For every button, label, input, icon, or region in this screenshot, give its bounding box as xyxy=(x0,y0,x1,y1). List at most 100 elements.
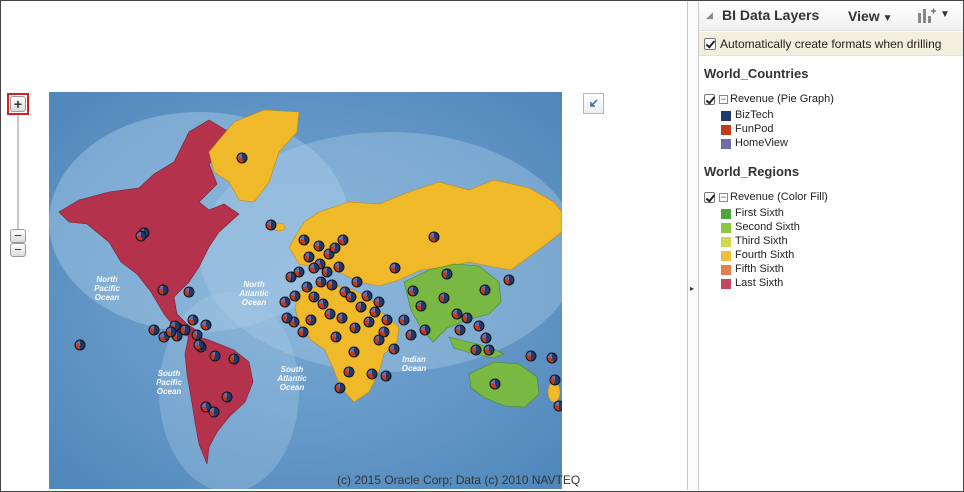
pie-marker[interactable] xyxy=(337,234,349,246)
arrow-collapse-icon xyxy=(590,99,598,107)
pie-marker[interactable] xyxy=(135,230,147,242)
pie-marker[interactable] xyxy=(441,268,453,280)
pie-marker[interactable] xyxy=(343,366,355,378)
pie-marker[interactable] xyxy=(479,284,491,296)
pie-marker[interactable] xyxy=(165,326,177,338)
pie-marker[interactable] xyxy=(415,300,427,312)
zoom-in-button[interactable]: + xyxy=(7,93,29,115)
pie-marker[interactable] xyxy=(503,274,515,286)
pie-marker[interactable] xyxy=(236,152,248,164)
layer-visibility-checkbox[interactable] xyxy=(704,94,715,105)
pie-marker[interactable] xyxy=(438,292,450,304)
pie-marker[interactable] xyxy=(363,316,375,328)
pie-marker[interactable] xyxy=(308,291,320,303)
pie-marker[interactable] xyxy=(546,352,558,364)
pie-marker[interactable] xyxy=(349,322,361,334)
collapse-minus-icon[interactable]: − xyxy=(719,95,728,104)
pie-marker[interactable] xyxy=(407,285,419,297)
pie-marker[interactable] xyxy=(336,312,348,324)
svg-text:Pacific: Pacific xyxy=(94,284,120,293)
pie-marker[interactable] xyxy=(209,350,221,362)
pie-marker[interactable] xyxy=(373,334,385,346)
pie-marker[interactable] xyxy=(308,262,320,274)
pie-marker[interactable] xyxy=(321,266,333,278)
pie-marker[interactable] xyxy=(525,350,537,362)
pie-marker[interactable] xyxy=(473,320,485,332)
layer-visibility-checkbox[interactable] xyxy=(704,192,715,203)
legend-swatch xyxy=(721,209,731,219)
pie-marker[interactable] xyxy=(398,314,410,326)
world-map[interactable]: North Pacific Ocean North Atlantic Ocean… xyxy=(49,92,562,489)
pie-marker[interactable] xyxy=(297,326,309,338)
pie-marker[interactable] xyxy=(298,234,310,246)
pie-marker[interactable] xyxy=(265,219,277,231)
zoom-slider-track[interactable] xyxy=(17,115,19,233)
svg-text:Ocean: Ocean xyxy=(242,298,267,307)
pie-marker[interactable] xyxy=(183,286,195,298)
auto-format-checkbox[interactable] xyxy=(704,38,716,50)
pie-marker[interactable] xyxy=(388,343,400,355)
pie-marker[interactable] xyxy=(361,290,373,302)
pie-marker[interactable] xyxy=(285,271,297,283)
collapse-triangle-icon[interactable]: ◢ xyxy=(706,10,713,21)
pie-marker[interactable] xyxy=(208,406,220,418)
pie-marker[interactable] xyxy=(489,378,501,390)
pie-marker[interactable] xyxy=(553,400,562,412)
expand-arrow-icon[interactable]: ▸ xyxy=(690,284,696,294)
pie-marker[interactable] xyxy=(351,276,363,288)
pie-marker[interactable] xyxy=(333,261,345,273)
pie-marker[interactable] xyxy=(289,290,301,302)
legend-swatch xyxy=(721,139,731,149)
pie-marker[interactable] xyxy=(345,291,357,303)
pie-marker[interactable] xyxy=(470,344,482,356)
pie-marker[interactable] xyxy=(381,314,393,326)
pie-marker[interactable] xyxy=(380,370,392,382)
panel-splitter[interactable]: ▸ xyxy=(687,1,699,490)
pie-marker[interactable] xyxy=(324,308,336,320)
pie-marker[interactable] xyxy=(317,298,329,310)
pie-marker[interactable] xyxy=(315,276,327,288)
layer-options-button[interactable]: ▼ xyxy=(917,7,953,25)
pie-marker[interactable] xyxy=(549,374,561,386)
zoom-out-button[interactable]: − xyxy=(10,243,26,257)
pie-marker[interactable] xyxy=(305,314,317,326)
map-view[interactable]: + − − North Pacific Ocean North Atlantic… xyxy=(1,1,687,490)
pie-marker[interactable] xyxy=(187,314,199,326)
pie-marker[interactable] xyxy=(454,324,466,336)
pie-marker[interactable] xyxy=(228,353,240,365)
pie-marker[interactable] xyxy=(483,344,495,356)
pie-marker[interactable] xyxy=(389,262,401,274)
pie-marker[interactable] xyxy=(419,324,431,336)
collapse-minus-icon[interactable]: − xyxy=(719,193,728,202)
pie-marker[interactable] xyxy=(326,279,338,291)
zoom-slider-thumb[interactable]: − xyxy=(10,229,26,243)
pie-marker[interactable] xyxy=(148,324,160,336)
pie-marker[interactable] xyxy=(451,308,463,320)
pie-marker[interactable] xyxy=(191,329,203,341)
pie-marker[interactable] xyxy=(330,331,342,343)
pie-marker[interactable] xyxy=(279,296,291,308)
pie-marker[interactable] xyxy=(461,312,473,324)
pie-marker[interactable] xyxy=(366,368,378,380)
pie-marker[interactable] xyxy=(480,332,492,344)
pie-marker[interactable] xyxy=(200,319,212,331)
pie-marker[interactable] xyxy=(373,296,385,308)
pie-marker[interactable] xyxy=(221,391,233,403)
pie-marker[interactable] xyxy=(301,281,313,293)
caret-down-icon: ▼ xyxy=(940,9,950,20)
pie-marker[interactable] xyxy=(355,301,367,313)
pie-marker[interactable] xyxy=(281,312,293,324)
pie-marker[interactable] xyxy=(348,346,360,358)
pie-marker[interactable] xyxy=(157,284,169,296)
pie-marker[interactable] xyxy=(329,242,341,254)
pie-marker[interactable] xyxy=(334,382,346,394)
pie-marker[interactable] xyxy=(303,251,315,263)
overview-map-toggle[interactable] xyxy=(583,93,604,114)
view-menu-button[interactable]: View ▼ xyxy=(848,8,893,24)
pie-marker[interactable] xyxy=(428,231,440,243)
pie-marker[interactable] xyxy=(74,339,86,351)
pie-marker[interactable] xyxy=(405,329,417,341)
pie-marker[interactable] xyxy=(369,306,381,318)
pie-marker[interactable] xyxy=(313,240,325,252)
pie-marker[interactable] xyxy=(193,339,205,351)
